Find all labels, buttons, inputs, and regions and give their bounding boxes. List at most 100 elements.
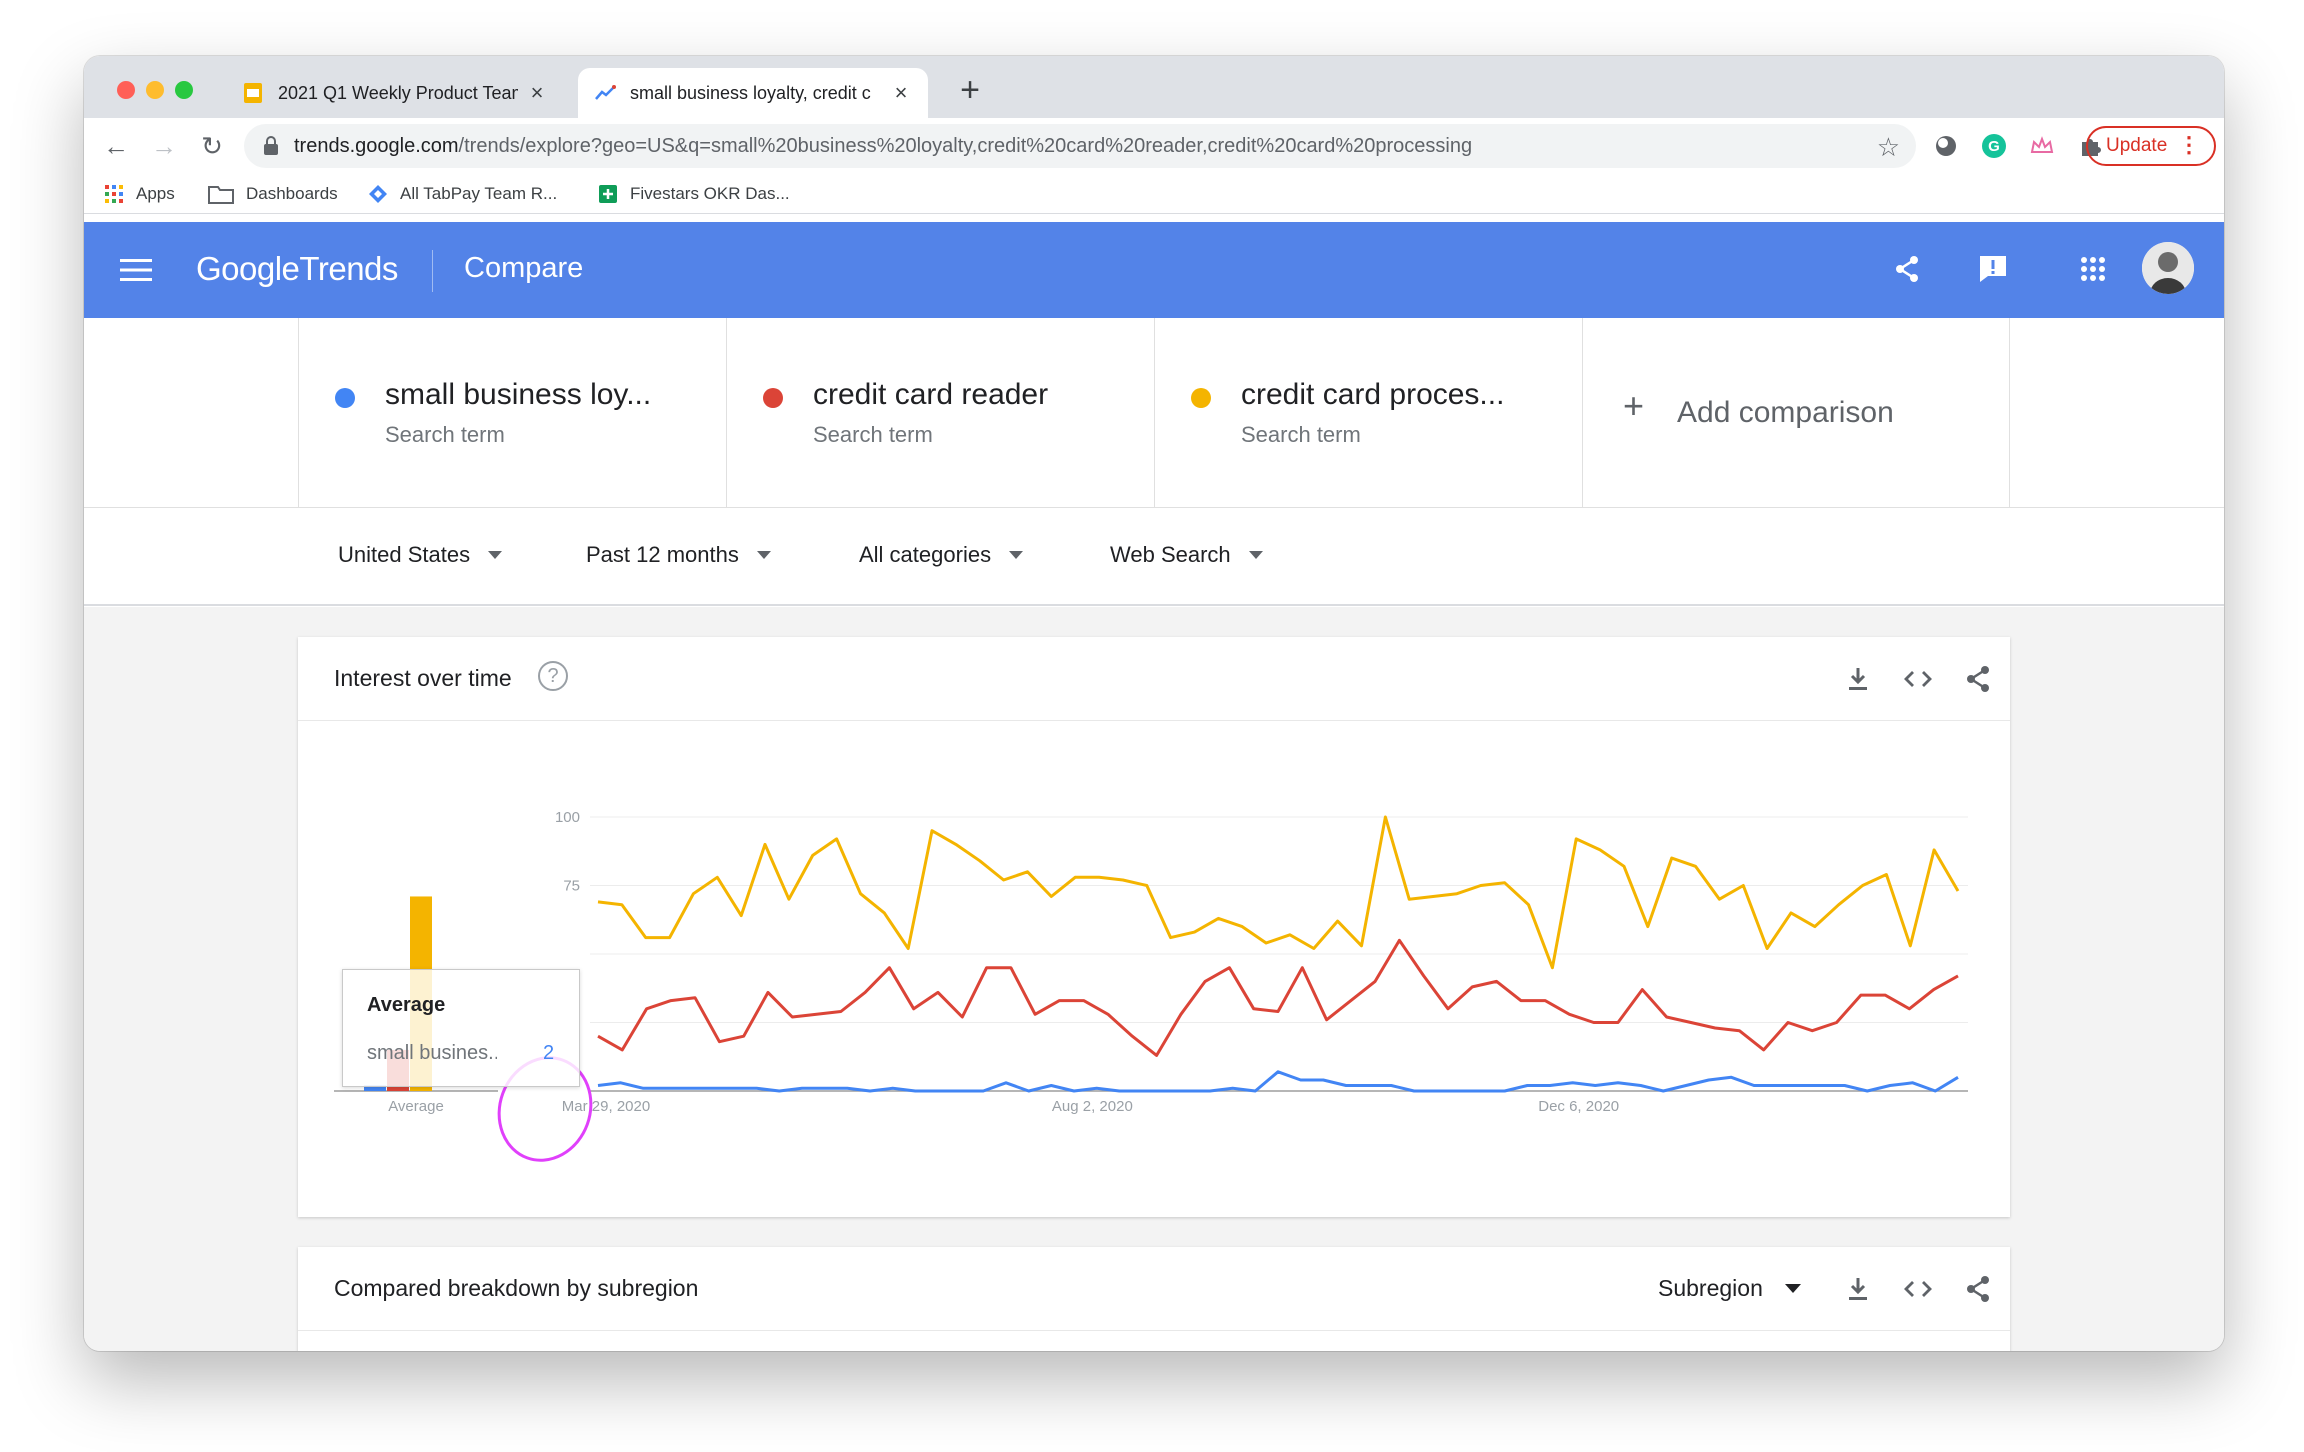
share-icon[interactable]: [1962, 1273, 1994, 1305]
term-type: Search term: [385, 422, 505, 447]
term-card-1[interactable]: small business loy... Search term: [298, 318, 726, 508]
filter-label: All categories: [859, 542, 992, 567]
card-header: Interest over time ?: [298, 637, 2010, 721]
compared-breakdown-card: Compared breakdown by subregion Subregio…: [298, 1247, 2010, 1351]
browser-toolbar: ← → ↻ trends.google.com/trends/explore?g…: [84, 118, 2224, 174]
svg-text:G: G: [1988, 138, 2000, 155]
share-icon[interactable]: [1962, 663, 1994, 695]
add-comparison-label: Add comparison: [1677, 396, 1894, 429]
filter-label: United States: [338, 542, 471, 567]
y-tick-label: 75: [563, 878, 580, 895]
crown-extension-icon[interactable]: [2028, 132, 2056, 160]
bookmark-apps[interactable]: Apps: [104, 180, 175, 208]
download-icon[interactable]: [1842, 663, 1874, 695]
card-title: Compared breakdown by subregion: [334, 1275, 699, 1301]
header-divider: [432, 250, 433, 292]
menu-icon[interactable]: [120, 258, 152, 282]
term-type: Search term: [1241, 422, 1361, 447]
tab-title: small business loyalty, credit c: [630, 82, 871, 103]
bookmark-tabpay-team[interactable]: All TabPay Team R...: [368, 180, 557, 208]
logo-google: Google: [196, 250, 300, 287]
bookmark-label: Dashboards: [246, 184, 338, 203]
minimize-window-button[interactable]: [146, 81, 164, 99]
dropdown-caret-icon: [488, 551, 503, 559]
term-card-3[interactable]: credit card proces... Search term: [1154, 318, 1582, 508]
bookmark-label: Apps: [136, 184, 175, 203]
average-tooltip: Average small busines... 2: [342, 969, 580, 1087]
tooltip-term: small busines...: [367, 1042, 497, 1064]
update-button[interactable]: Update ⋮: [2086, 126, 2216, 166]
logo-trends: Trends: [299, 250, 398, 287]
google-apps-icon[interactable]: [2076, 252, 2110, 286]
bookmark-label: All TabPay Team R...: [400, 184, 558, 203]
add-comparison-button[interactable]: + Add comparison: [1582, 318, 2010, 508]
term-name: credit card reader: [813, 378, 1049, 411]
sheets-icon: [599, 185, 617, 203]
maximize-window-button[interactable]: [175, 81, 193, 99]
share-icon[interactable]: [1890, 252, 1924, 286]
new-tab-button[interactable]: +: [950, 70, 990, 110]
google-trends-logo[interactable]: GoogleTrends: [196, 250, 398, 288]
bookmark-star-icon[interactable]: ☆: [1877, 132, 1900, 163]
bookmarks-bar: Apps Dashboards All TabPay Team R... Fiv…: [84, 174, 2224, 214]
term-card-2[interactable]: credit card reader Search term: [726, 318, 1154, 508]
dropdown-caret-icon: [1248, 551, 1263, 559]
search-terms-row: small business loy... Search term credit…: [84, 318, 2224, 508]
back-arrow-icon[interactable]: ←: [96, 126, 136, 166]
forward-arrow-icon[interactable]: →: [144, 126, 184, 166]
tooltip-title: Average: [367, 994, 446, 1016]
close-tab-icon[interactable]: ×: [890, 80, 912, 106]
apps-grid-icon: [105, 185, 123, 203]
trends-header: GoogleTrends Compare: [84, 222, 2224, 318]
dropdown-caret-icon: [1784, 1284, 1801, 1293]
tab-title: 2021 Q1 Weekly Product Team: [278, 82, 518, 103]
tab-google-trends[interactable]: small business loyalty, credit c ×: [578, 68, 928, 118]
tooltip-value: 2: [543, 1042, 555, 1064]
dropdown-caret-icon: [1009, 551, 1024, 559]
tab-strip: 2021 Q1 Weekly Product Team × small busi…: [84, 56, 2224, 118]
download-icon[interactable]: [1842, 1273, 1874, 1305]
page-body: Interest over time ? 100 75 Average Mar 29,…: [84, 607, 2224, 1351]
series-line: [597, 1070, 1959, 1093]
x-tick-label: Dec 6, 2020: [1538, 1098, 1619, 1115]
geo-dropdown[interactable]: United States: [338, 542, 503, 568]
time-range-dropdown[interactable]: Past 12 months: [586, 542, 771, 568]
bookmark-fivestars-okr[interactable]: Fivestars OKR Das...: [598, 180, 790, 208]
lock-icon: [264, 136, 278, 155]
update-label: Update: [2106, 135, 2168, 156]
category-dropdown[interactable]: All categories: [859, 542, 1024, 568]
avatar[interactable]: [2142, 242, 2194, 294]
series-line: [597, 938, 1959, 1057]
tab-weekly-product-team[interactable]: 2021 Q1 Weekly Product Team ×: [226, 68, 564, 118]
embed-code-icon[interactable]: [1902, 1273, 1934, 1305]
term-type: Search term: [813, 422, 933, 447]
extension-circle-icon[interactable]: [1932, 132, 1960, 160]
bookmark-dashboards[interactable]: Dashboards: [208, 180, 338, 208]
page-title: Compare: [464, 252, 584, 284]
filter-label: Web Search: [1110, 542, 1231, 567]
folder-icon: [208, 186, 234, 204]
grammarly-icon[interactable]: G: [1980, 132, 2008, 160]
trends-icon: [595, 85, 616, 100]
filters-row: United States Past 12 months All categor…: [84, 508, 2224, 606]
x-tick-label: Aug 2, 2020: [1052, 1098, 1133, 1115]
embed-code-icon[interactable]: [1902, 663, 1934, 695]
feedback-icon[interactable]: [1976, 252, 2010, 286]
url-host: trends.google.com: [294, 134, 459, 157]
more-vert-icon: ⋮: [2178, 132, 2200, 157]
term-name: credit card proces...: [1241, 378, 1505, 411]
term-color-dot: [335, 388, 355, 408]
close-window-button[interactable]: [117, 81, 135, 99]
diamond-icon: [369, 185, 387, 203]
help-icon[interactable]: ?: [538, 661, 568, 691]
x-tick-label: Mar 29, 2020: [562, 1098, 650, 1115]
bookmark-label: Fivestars OKR Das...: [630, 184, 790, 203]
interest-over-time-card: Interest over time ? 100 75 Average Mar 29,…: [298, 637, 2010, 1217]
search-type-dropdown[interactable]: Web Search: [1110, 542, 1263, 568]
close-tab-icon[interactable]: ×: [526, 80, 548, 106]
address-bar[interactable]: trends.google.com/trends/explore?geo=US&…: [244, 124, 1916, 168]
filter-label: Past 12 months: [586, 542, 739, 567]
average-axis-label: Average: [388, 1098, 444, 1115]
subregion-dropdown[interactable]: Subregion: [1658, 1275, 1801, 1302]
reload-icon[interactable]: ↻: [192, 126, 232, 166]
